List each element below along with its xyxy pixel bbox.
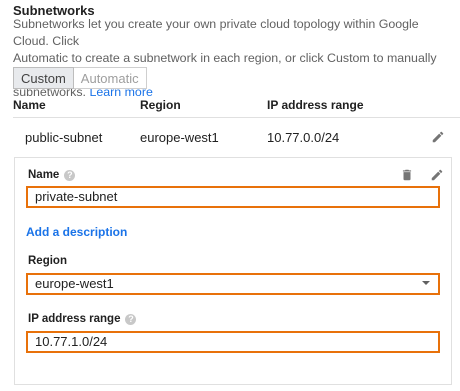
column-header-name: Name [13, 98, 46, 112]
subnet-mode-toggle: Custom Automatic [13, 67, 147, 89]
region-field-label: Region [28, 255, 67, 267]
pencil-icon[interactable] [430, 168, 444, 182]
row-region-cell: europe-west1 [140, 130, 219, 145]
ip-range-input[interactable]: 10.77.1.0/24 [26, 331, 440, 353]
automatic-mode-button[interactable]: Automatic [73, 67, 147, 89]
add-description-link[interactable]: Add a description [26, 225, 127, 239]
region-select[interactable]: europe-west1 [26, 273, 440, 295]
column-header-region: Region [140, 98, 181, 112]
header-divider [13, 117, 460, 118]
ip-range-label-text: IP address range [28, 313, 121, 325]
ip-range-field-label: IP address range? [28, 313, 137, 325]
column-header-ip-range: IP address range [267, 98, 364, 112]
description-line-1: Subnetworks let you create your own priv… [13, 17, 419, 48]
caret-down-icon [422, 281, 430, 285]
trash-icon[interactable] [400, 168, 414, 182]
name-field-label: Name? [28, 169, 76, 181]
subnet-editor-panel: Name? private-subnet Add a description R… [14, 157, 452, 385]
region-select-value: europe-west1 [35, 276, 114, 291]
help-icon[interactable]: ? [125, 314, 137, 325]
row-name-cell: public-subnet [25, 130, 103, 145]
name-label-text: Name [28, 169, 60, 181]
custom-mode-button[interactable]: Custom [13, 67, 74, 89]
row-ip-cell: 10.77.0.0/24 [267, 130, 340, 145]
help-icon[interactable]: ? [64, 170, 76, 181]
subnet-name-input[interactable]: private-subnet [26, 186, 440, 208]
pencil-icon[interactable] [431, 130, 445, 144]
